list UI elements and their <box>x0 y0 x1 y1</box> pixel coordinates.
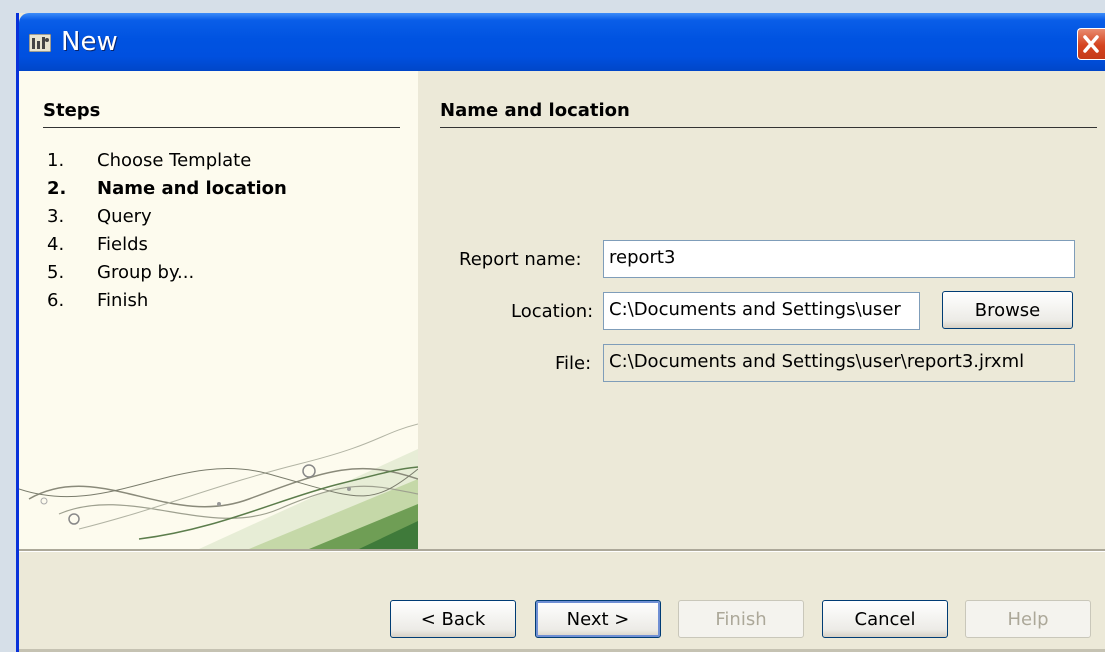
step-item: 6. Finish <box>47 287 287 315</box>
step-item: 4. Fields <box>47 231 287 259</box>
file-path-field: C:\Documents and Settings\user\report3.j… <box>603 344 1075 382</box>
browse-button-label: Browse <box>974 299 1041 321</box>
step-item: 3. Query <box>47 203 287 231</box>
step-number: 3. <box>47 206 65 227</box>
steps-panel: Steps 1. Choose Template 2. Name and locat… <box>19 71 418 549</box>
content-divider <box>440 127 1097 128</box>
step-number: 4. <box>47 234 65 255</box>
finish-button: Finish <box>678 600 804 638</box>
window-title: New <box>61 27 118 57</box>
title-bar[interactable]: New <box>19 13 1105 71</box>
step-number: 5. <box>47 262 65 283</box>
step-number: 1. <box>47 150 65 171</box>
next-button[interactable]: Next > <box>535 600 661 638</box>
browse-button[interactable]: Browse <box>942 291 1073 329</box>
step-number: 6. <box>47 290 65 311</box>
help-button: Help <box>965 600 1091 638</box>
steps-divider <box>43 127 400 128</box>
dialog-client-area: Steps 1. Choose Template 2. Name and locat… <box>19 71 1105 652</box>
location-label: Location: <box>511 301 594 322</box>
button-bar-separator <box>19 549 1105 552</box>
steps-list: 1. Choose Template 2. Name and location 3.… <box>47 147 287 315</box>
step-item: 1. Choose Template <box>47 147 287 175</box>
step-number: 2. <box>47 178 67 199</box>
cancel-button[interactable]: Cancel <box>822 600 948 638</box>
step-item: 5. Group by... <box>47 259 287 287</box>
content-title: Name and location <box>440 100 630 121</box>
step-label: Group by... <box>97 262 195 283</box>
step-label: Fields <box>97 234 148 255</box>
decorative-wave-art <box>19 423 418 549</box>
close-icon <box>1083 35 1099 53</box>
back-button[interactable]: < Back <box>390 600 516 638</box>
step-label: Choose Template <box>97 150 252 171</box>
new-report-dialog: New Steps 1. Choose Template 2. Name and l… <box>16 13 1105 652</box>
app-icon <box>29 34 51 52</box>
step-label: Name and location <box>97 178 287 199</box>
file-label: File: <box>555 353 592 374</box>
steps-title: Steps <box>43 100 101 121</box>
step-label: Finish <box>97 290 149 311</box>
step-label: Query <box>97 206 152 227</box>
location-input[interactable]: C:\Documents and Settings\user <box>603 292 920 330</box>
close-button[interactable] <box>1077 28 1105 60</box>
step-item-current: 2. Name and location <box>47 175 287 203</box>
report-name-label: Report name: <box>459 249 582 270</box>
report-name-input[interactable]: report3 <box>603 240 1075 278</box>
